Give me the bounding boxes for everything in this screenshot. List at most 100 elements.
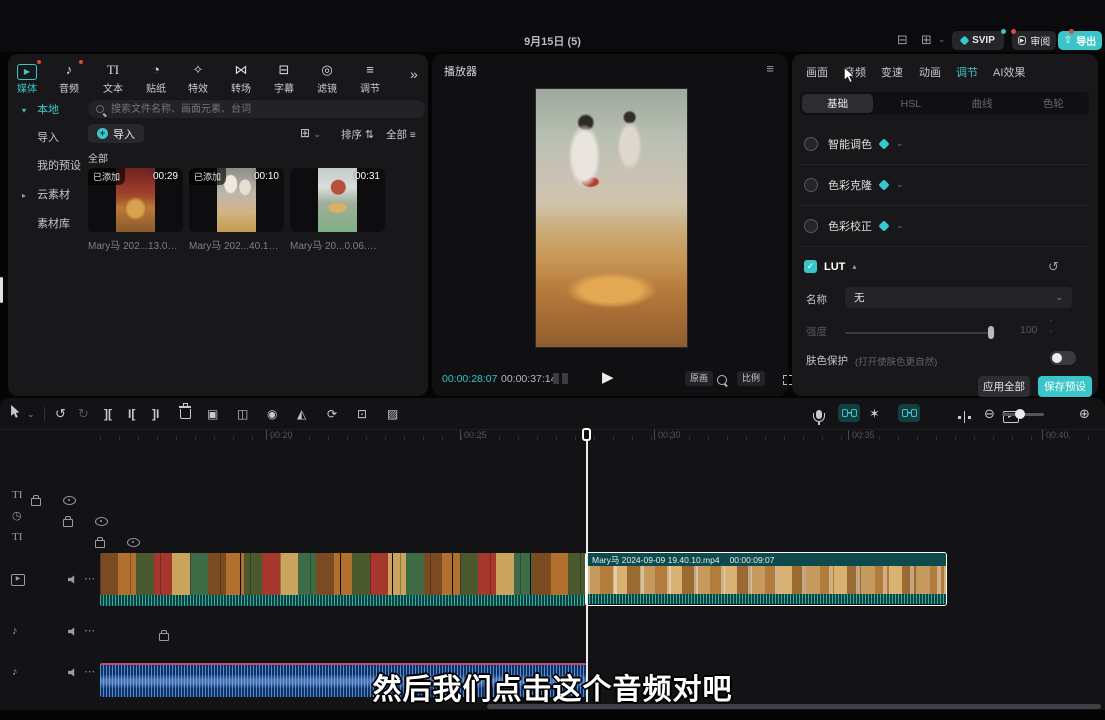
media-item-thumb[interactable]: 已添加 00:29 <box>88 168 183 232</box>
track-more-icon[interactable]: ⋯ <box>84 572 95 586</box>
crop-icon[interactable]: ⊡ <box>357 404 367 424</box>
track-more-icon[interactable]: ⋯ <box>84 624 95 638</box>
mirror-icon[interactable]: ◭ <box>297 404 306 424</box>
playhead-handle[interactable] <box>582 428 591 441</box>
save-preset-button[interactable]: 保存预设 <box>1038 376 1092 397</box>
sidebar-item-library[interactable]: 素材库 <box>22 215 70 231</box>
tab-animation[interactable]: 动画 <box>919 64 941 80</box>
video-clip-group[interactable] <box>100 553 586 606</box>
skin-protect-toggle[interactable] <box>1050 351 1076 365</box>
tab-speed[interactable]: 变速 <box>881 64 903 80</box>
tab-effects[interactable]: ✧ 特效 <box>178 60 218 97</box>
playhead-line[interactable] <box>586 441 588 702</box>
record-audio-icon[interactable] <box>816 410 822 419</box>
media-item-thumb[interactable]: 已添加 00:10 <box>189 168 284 232</box>
timeline-zoom-handle[interactable] <box>1015 409 1025 419</box>
subtab-curves[interactable]: 曲线 <box>947 92 1018 115</box>
video-preview[interactable] <box>535 88 688 348</box>
selected-video-clip[interactable]: Mary马 2024-09-09 19.40.10.mp4 00:00:09:0… <box>585 552 947 606</box>
subtab-color-wheel[interactable]: 色轮 <box>1018 92 1089 115</box>
replace-icon[interactable]: ◫ <box>237 404 248 424</box>
zoom-out-icon[interactable]: ⊖ <box>984 404 995 424</box>
media-item-thumb[interactable]: 00:31 <box>290 168 385 232</box>
chevron-down-icon[interactable]: ⌄ <box>896 138 904 149</box>
export-button[interactable]: ⇧ 导出 <box>1058 31 1102 50</box>
tab-adjust-settings[interactable]: 调节 <box>956 64 978 80</box>
lut-strength-handle[interactable] <box>988 326 994 339</box>
search-box[interactable] <box>88 100 425 118</box>
lock-icon[interactable] <box>63 519 73 527</box>
tab-ai-effects[interactable]: AI效果 <box>993 64 1025 80</box>
sidebar-item-import[interactable]: 导入 <box>22 129 59 145</box>
tab-audio[interactable]: ♪ 音频 <box>49 60 89 97</box>
delete-icon[interactable] <box>180 409 191 419</box>
color-clone-toggle[interactable] <box>804 178 818 192</box>
lut-name-select[interactable]: 无 ⌄ <box>845 287 1072 308</box>
collapse-icon[interactable]: ▴ <box>852 262 856 271</box>
panel-resize-handle[interactable] <box>0 277 3 303</box>
preview-zoom-icon[interactable] <box>717 375 727 385</box>
preview-axis-icon[interactable] <box>958 411 971 423</box>
zoom-in-icon[interactable]: ⊕ <box>1079 404 1090 424</box>
play-button[interactable]: ▶ <box>602 368 614 386</box>
svip-button[interactable]: SVIP <box>952 31 1004 50</box>
undo-icon[interactable]: ↺ <box>55 404 66 424</box>
subtab-basic[interactable]: 基础 <box>802 94 873 113</box>
split-icon[interactable]: ][ <box>104 404 112 424</box>
auto-snap-icon[interactable]: ✶ <box>869 404 880 424</box>
tab-sticker[interactable]: ◔ 贴纸 <box>136 60 176 97</box>
sidebar-item-cloud[interactable]: ▸ 云素材 <box>22 186 70 202</box>
apply-all-button[interactable]: 应用全部 <box>978 376 1030 397</box>
lut-strength-slider[interactable] <box>845 332 995 334</box>
tab-picture[interactable]: 画面 <box>806 64 828 80</box>
lock-icon[interactable] <box>31 498 41 506</box>
tab-adjust[interactable]: ≡ 调节 <box>350 60 390 97</box>
stepper-down-icon[interactable]: ⌄ <box>1048 327 1054 334</box>
speaker-icon[interactable] <box>68 575 78 584</box>
view-mode-button[interactable]: ⊞ ⌄ <box>300 126 321 140</box>
select-tool[interactable] <box>10 404 21 424</box>
lut-strength-stepper[interactable]: ⌃ ⌄ <box>1048 320 1054 334</box>
sidebar-item-presets[interactable]: 我的预设 <box>22 157 81 173</box>
eye-icon[interactable] <box>63 496 76 505</box>
rotate-icon[interactable]: ⟳ <box>327 404 337 424</box>
select-mode-chevron-icon[interactable]: ⌄ <box>27 404 35 424</box>
timeline-ruler[interactable] <box>100 436 1105 440</box>
freeze-frame-icon[interactable]: ▣ <box>207 404 218 424</box>
quality-button[interactable]: 原画 <box>685 371 713 386</box>
tab-transitions[interactable]: ⋈ 转场 <box>221 60 261 97</box>
filter-button[interactable]: 全部 ≡ <box>386 127 416 142</box>
subtab-hsl[interactable]: HSL <box>875 92 946 115</box>
speaker-icon[interactable] <box>68 627 78 636</box>
lock-icon[interactable] <box>159 633 169 641</box>
smart-color-toggle[interactable] <box>804 137 818 151</box>
eye-icon[interactable] <box>95 517 108 526</box>
eye-icon[interactable] <box>127 538 140 547</box>
panels-layout-icon[interactable]: ⊞ <box>921 32 932 48</box>
split-right-icon[interactable]: ]I <box>152 404 159 424</box>
layout-toggle-icon[interactable]: ⊟ <box>897 32 908 48</box>
sort-button[interactable]: 排序 ⇅ <box>341 127 374 142</box>
tab-filters[interactable]: ◎ 滤镜 <box>307 60 347 97</box>
reset-icon[interactable]: ↺ <box>1048 259 1059 275</box>
split-left-icon[interactable]: I[ <box>128 404 135 424</box>
review-button[interactable]: ▸ 审阅 <box>1012 31 1056 50</box>
main-track-magnet-icon[interactable] <box>838 404 860 422</box>
sidebar-item-local[interactable]: ▾ 本地 <box>22 101 59 117</box>
tab-media[interactable]: ▶ 媒体 <box>7 60 47 97</box>
lock-icon[interactable] <box>95 540 105 548</box>
player-menu-icon[interactable]: ≡ <box>766 61 774 76</box>
import-button[interactable]: + 导入 <box>88 124 144 143</box>
panels-layout-chevron-icon[interactable]: ⌄ <box>938 34 946 45</box>
tab-captions[interactable]: ⊟ 字幕 <box>264 60 304 97</box>
redo-icon[interactable]: ↻ <box>78 404 89 424</box>
ratio-button[interactable]: 比例 <box>737 371 765 386</box>
color-correction-toggle[interactable] <box>804 219 818 233</box>
tab-text[interactable]: TI 文本 <box>93 60 133 97</box>
matting-icon[interactable]: ▨ <box>387 404 398 424</box>
more-tabs-icon[interactable]: » <box>410 66 418 82</box>
reverse-icon[interactable]: ◉ <box>267 404 277 424</box>
search-input[interactable] <box>109 103 393 116</box>
chevron-down-icon[interactable]: ⌄ <box>896 179 904 190</box>
lut-checkbox[interactable]: ✓ <box>804 260 817 273</box>
